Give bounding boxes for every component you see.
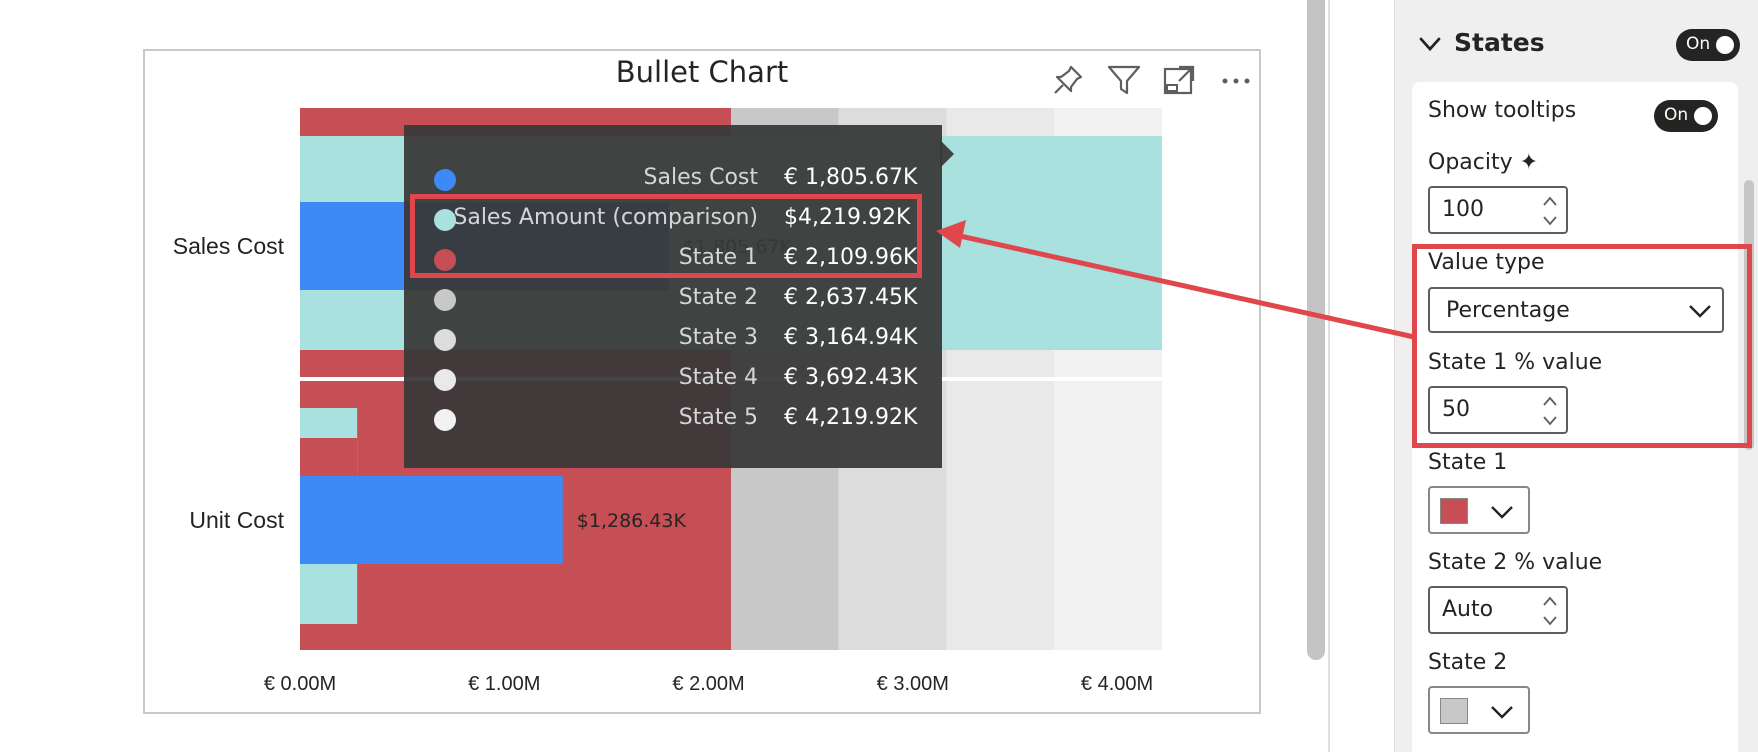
x-tick-label: € 0.00M: [264, 673, 336, 695]
value-bar-unit-cost: [300, 476, 563, 564]
opacity-input[interactable]: 100: [1428, 186, 1568, 234]
opacity-value: 100: [1442, 197, 1484, 222]
state1-color-picker[interactable]: [1428, 486, 1530, 534]
state2-color-swatch: [1440, 698, 1468, 724]
state2-color-label: State 2: [1428, 650, 1508, 675]
x-tick-label: € 4.00M: [1081, 673, 1153, 695]
card-title: States: [1454, 28, 1545, 57]
legend-dot-icon: [434, 329, 456, 351]
tooltip-row-label: State 3: [678, 325, 758, 350]
chevron-down-icon[interactable]: [1418, 32, 1442, 56]
states-card-header[interactable]: States On: [1410, 20, 1750, 68]
tooltip-row: State 4 € 3,692.43K: [404, 361, 942, 401]
states-toggle[interactable]: On: [1676, 29, 1740, 61]
opacity-label: Opacity ✦: [1428, 150, 1539, 175]
toggle-knob: [1716, 36, 1734, 54]
states-toggle-label: On: [1686, 34, 1711, 54]
tooltip-row: State 5 € 4,219.92K: [404, 401, 942, 441]
show-tooltips-label: Show tooltips: [1428, 98, 1577, 123]
chevron-down-icon: [1491, 506, 1513, 519]
decrement-icon[interactable]: [1540, 212, 1560, 230]
tooltip-row-label: State 5: [678, 405, 758, 430]
tooltip-row: State 3 € 3,164.94K: [404, 321, 942, 361]
tooltip-row-label: Sales Cost: [643, 165, 758, 190]
state2-color-picker[interactable]: [1428, 686, 1530, 734]
show-tooltips-toggle-label: On: [1664, 105, 1689, 125]
state2-percent-input[interactable]: Auto: [1428, 586, 1568, 634]
report-canvas: Bullet Chart $1,805.67K$1,286.43KSales C…: [0, 0, 1310, 752]
show-tooltips-toggle[interactable]: On: [1654, 100, 1718, 132]
tooltip-row-value: € 4,219.92K: [784, 405, 918, 430]
tooltip-row-value: € 3,164.94K: [784, 325, 918, 350]
tooltip-row: State 2 € 2,637.45K: [404, 281, 942, 321]
x-tick-label: € 2.00M: [672, 673, 744, 695]
state2-percent-value: Auto: [1442, 597, 1494, 622]
settings-annotation-box: [1412, 244, 1752, 448]
state1-color-swatch: [1440, 498, 1468, 524]
tooltip-annotation-box: [410, 194, 922, 278]
tooltip-pointer: [940, 140, 954, 168]
state1-color-label: State 1: [1428, 450, 1508, 475]
tooltip-row-label: State 2: [678, 285, 758, 310]
tooltip-row-value: € 3,692.43K: [784, 365, 918, 390]
legend-dot-icon: [434, 409, 456, 431]
legend-dot-icon: [434, 169, 456, 191]
increment-icon[interactable]: [1540, 592, 1560, 610]
increment-icon[interactable]: [1540, 192, 1560, 210]
tooltip-row-value: € 1,805.67K: [784, 165, 918, 190]
data-label: $1,286.43K: [577, 510, 687, 532]
chart-tooltip: Sales Cost € 1,805.67K Sales Amount (compa…: [404, 125, 942, 468]
toggle-knob: [1694, 107, 1712, 125]
tooltip-row-value: € 2,637.45K: [784, 285, 918, 310]
x-tick-label: € 1.00M: [468, 673, 540, 695]
tooltip-row-label: State 4: [678, 365, 758, 390]
state2-percent-label: State 2 % value: [1428, 550, 1603, 575]
legend-dot-icon: [434, 369, 456, 391]
legend-dot-icon: [434, 289, 456, 311]
category-label: Sales Cost: [173, 233, 285, 259]
x-tick-label: € 3.00M: [877, 673, 949, 695]
chevron-down-icon: [1491, 706, 1513, 719]
category-label: Unit Cost: [189, 507, 284, 533]
canvas-scrollbar[interactable]: [1307, 0, 1325, 660]
decrement-icon[interactable]: [1540, 612, 1560, 630]
